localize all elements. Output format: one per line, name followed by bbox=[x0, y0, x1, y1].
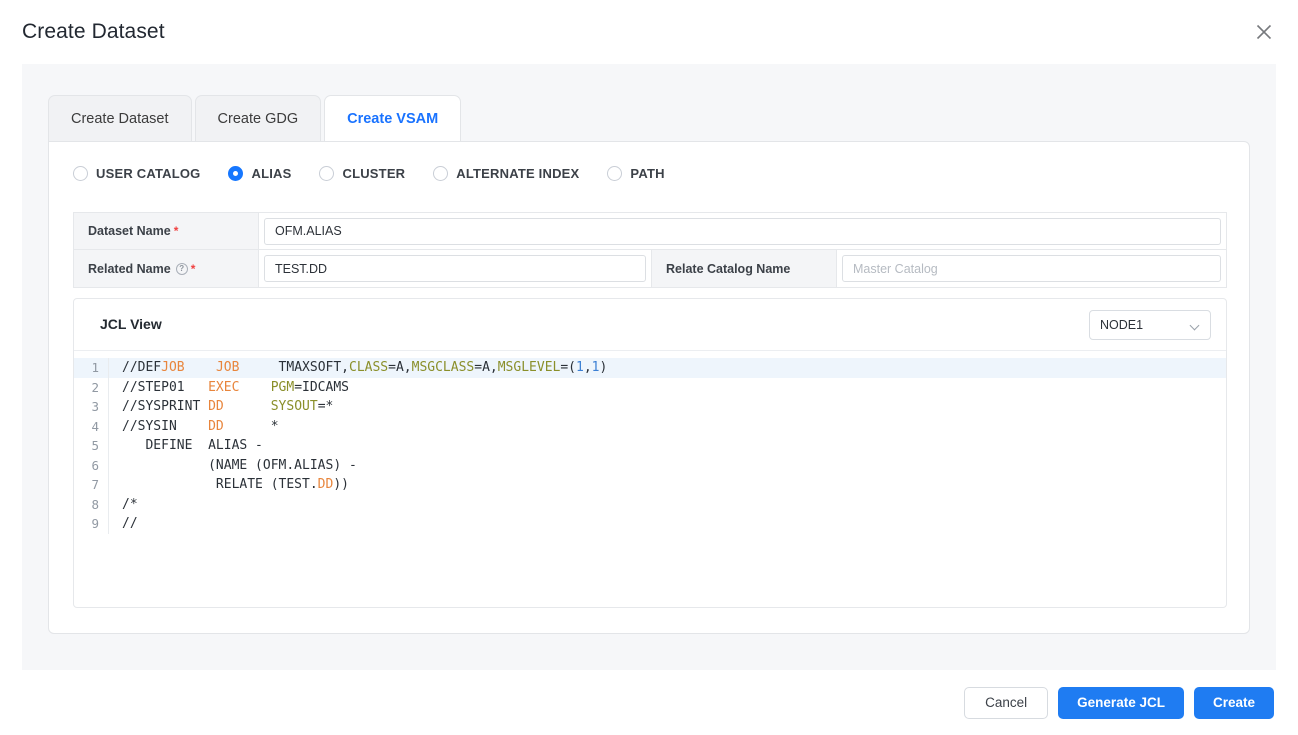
related-name-label: Related Name ? * bbox=[74, 250, 259, 287]
radio-icon bbox=[433, 166, 448, 181]
label-text: Dataset Name bbox=[88, 224, 171, 238]
code-line: 4//SYSIN DD * bbox=[74, 417, 1226, 437]
line-number: 7 bbox=[74, 475, 108, 495]
label-text: Related Name bbox=[88, 262, 171, 276]
node-select[interactable]: NODE1 bbox=[1089, 310, 1211, 340]
radio-icon bbox=[228, 166, 243, 181]
close-icon[interactable] bbox=[1248, 16, 1280, 48]
line-number: 3 bbox=[74, 397, 108, 417]
cancel-button[interactable]: Cancel bbox=[964, 687, 1048, 719]
tab-create-gdg[interactable]: Create GDG bbox=[195, 95, 322, 141]
line-number: 4 bbox=[74, 417, 108, 437]
line-number: 1 bbox=[74, 358, 108, 378]
line-number: 9 bbox=[74, 514, 108, 534]
jcl-view-header: JCL View NODE1 bbox=[74, 299, 1226, 351]
radio-label: PATH bbox=[630, 166, 664, 181]
radio-label: ALTERNATE INDEX bbox=[456, 166, 579, 181]
vsam-form-card: USER CATALOG ALIAS CLUSTER ALTERNATE IND… bbox=[48, 141, 1250, 634]
line-number: 8 bbox=[74, 495, 108, 515]
radio-label: ALIAS bbox=[251, 166, 291, 181]
question-circle-icon[interactable]: ? bbox=[176, 263, 188, 275]
code-line: 6 (NAME (OFM.ALIAS) - bbox=[74, 456, 1226, 476]
form-row-related-name: Related Name ? * Relate Catalog Name bbox=[74, 250, 1226, 287]
code-line: 1//DEFJOB JOB TMAXSOFT,CLASS=A,MSGCLASS=… bbox=[74, 358, 1226, 378]
dataset-name-label: Dataset Name * bbox=[74, 213, 259, 249]
code-line-text: // bbox=[109, 514, 138, 534]
code-line: 7 RELATE (TEST.DD)) bbox=[74, 475, 1226, 495]
dialog-header: Create Dataset bbox=[0, 0, 1298, 64]
code-line-text: DEFINE ALIAS - bbox=[109, 436, 263, 456]
radio-label: CLUSTER bbox=[342, 166, 405, 181]
code-line-text: //DEFJOB JOB TMAXSOFT,CLASS=A,MSGCLASS=A… bbox=[109, 358, 607, 378]
code-line: 5 DEFINE ALIAS - bbox=[74, 436, 1226, 456]
code-line: 3//SYSPRINT DD SYSOUT=* bbox=[74, 397, 1226, 417]
radio-label: USER CATALOG bbox=[96, 166, 200, 181]
code-line-text: RELATE (TEST.DD)) bbox=[109, 475, 349, 495]
code-line-text: //STEP01 EXEC PGM=IDCAMS bbox=[109, 378, 349, 398]
relate-catalog-name-input[interactable] bbox=[842, 255, 1221, 282]
code-line-text: /* bbox=[109, 495, 138, 515]
code-line-text: //SYSPRINT DD SYSOUT=* bbox=[109, 397, 333, 417]
page-title: Create Dataset bbox=[22, 20, 165, 44]
radio-path[interactable]: PATH bbox=[607, 166, 664, 181]
dataset-name-field-cell bbox=[259, 213, 1226, 249]
radio-icon bbox=[73, 166, 88, 181]
code-line-text: (NAME (OFM.ALIAS) - bbox=[109, 456, 357, 476]
code-line: 8/* bbox=[74, 495, 1226, 515]
code-line: 9// bbox=[74, 514, 1226, 534]
form-row-dataset-name: Dataset Name * bbox=[74, 213, 1226, 250]
related-name-input[interactable] bbox=[264, 255, 646, 282]
dataset-name-input[interactable] bbox=[264, 218, 1221, 245]
label-text: Relate Catalog Name bbox=[666, 262, 790, 276]
relate-catalog-name-label: Relate Catalog Name bbox=[652, 250, 837, 287]
dialog-footer: Cancel Generate JCL Create bbox=[0, 670, 1298, 735]
related-name-field-cell bbox=[259, 250, 652, 287]
radio-cluster[interactable]: CLUSTER bbox=[319, 166, 405, 181]
jcl-code-viewer[interactable]: 1//DEFJOB JOB TMAXSOFT,CLASS=A,MSGCLASS=… bbox=[74, 351, 1226, 608]
radio-alias[interactable]: ALIAS bbox=[228, 166, 291, 181]
code-line: 2//STEP01 EXEC PGM=IDCAMS bbox=[74, 378, 1226, 398]
radio-alternate-index[interactable]: ALTERNATE INDEX bbox=[433, 166, 579, 181]
tab-create-dataset[interactable]: Create Dataset bbox=[48, 95, 192, 141]
chevron-down-icon bbox=[1191, 321, 1200, 330]
relate-catalog-name-field-cell bbox=[837, 250, 1226, 287]
line-number: 5 bbox=[74, 436, 108, 456]
required-marker: * bbox=[191, 263, 196, 275]
generate-jcl-button[interactable]: Generate JCL bbox=[1058, 687, 1184, 719]
line-number: 2 bbox=[74, 378, 108, 398]
radio-icon bbox=[607, 166, 622, 181]
create-button[interactable]: Create bbox=[1194, 687, 1274, 719]
node-select-value: NODE1 bbox=[1100, 318, 1191, 332]
tab-bar: Create Dataset Create GDG Create VSAM bbox=[48, 95, 464, 141]
radio-user-catalog[interactable]: USER CATALOG bbox=[73, 166, 200, 181]
radio-icon bbox=[319, 166, 334, 181]
jcl-view-title: JCL View bbox=[100, 316, 162, 332]
required-marker: * bbox=[174, 225, 179, 237]
form-table: Dataset Name * Related Name ? * Relate C… bbox=[73, 212, 1227, 288]
jcl-view-card: JCL View NODE1 1//DEFJOB JOB TMAXSOFT,CL… bbox=[73, 298, 1227, 608]
create-dataset-dialog: Create Dataset Create Dataset Create GDG… bbox=[0, 0, 1298, 735]
vsam-type-radio-group: USER CATALOG ALIAS CLUSTER ALTERNATE IND… bbox=[73, 166, 693, 181]
code-line-text: //SYSIN DD * bbox=[109, 417, 279, 437]
tab-create-vsam[interactable]: Create VSAM bbox=[324, 95, 461, 141]
line-number: 6 bbox=[74, 456, 108, 476]
